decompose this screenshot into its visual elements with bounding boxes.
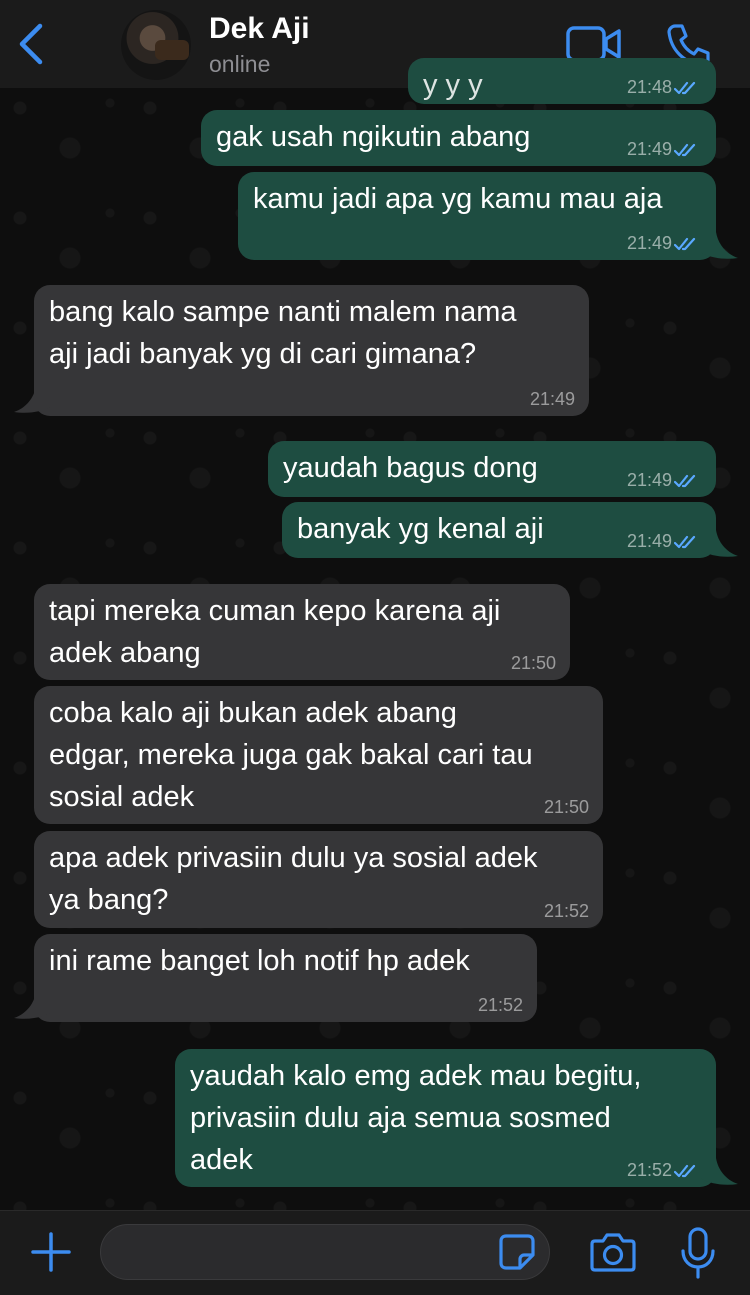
message-bubble-outgoing[interactable]: gak usah ngikutin abang 21:49	[201, 110, 716, 166]
contact-name[interactable]: Dek Aji	[209, 12, 310, 46]
message-time: 21:52	[626, 1160, 672, 1180]
message-bubble-outgoing[interactable]: yaudah bagus dong 21:49	[268, 441, 716, 497]
read-ticks-icon	[674, 474, 696, 488]
microphone-button[interactable]	[680, 1227, 716, 1279]
message-text: apa adek privasiin dulu ya sosial adek y…	[49, 842, 538, 916]
back-button[interactable]	[14, 22, 48, 66]
message-time: 21:49	[626, 139, 672, 159]
message-time: 21:52	[477, 995, 523, 1015]
read-ticks-icon	[674, 1164, 696, 1178]
message-text: ini rame banget loh notif hp adek	[49, 945, 470, 977]
message-bubble-incoming[interactable]: apa adek privasiin dulu ya sosial adek y…	[34, 831, 603, 928]
camera-button[interactable]	[590, 1231, 636, 1273]
message-time: 21:49	[626, 233, 672, 253]
message-time: 21:50	[510, 653, 556, 673]
bubble-tail	[14, 992, 52, 1019]
message-time: 21:52	[543, 901, 589, 921]
message-input-container[interactable]	[100, 1224, 550, 1280]
bubble-tail	[700, 1158, 738, 1185]
message-input[interactable]	[119, 1233, 493, 1273]
message-text: kamu jadi apa yg kamu mau aja	[253, 183, 663, 215]
plus-icon	[31, 1232, 71, 1272]
bubble-tail	[14, 386, 52, 413]
read-ticks-icon	[674, 535, 696, 549]
message-composer	[0, 1210, 750, 1295]
avatar[interactable]	[121, 10, 191, 80]
attach-button[interactable]	[30, 1231, 72, 1273]
message-bubble-outgoing[interactable]: kamu jadi apa yg kamu mau aja 21:49	[238, 172, 716, 260]
message-text: coba kalo aji bukan adek abang edgar, me…	[49, 697, 533, 813]
message-bubble-incoming[interactable]: bang kalo sampe nanti malem nama aji jad…	[34, 285, 589, 416]
message-time: 21:49	[529, 389, 575, 409]
read-ticks-icon	[674, 81, 696, 95]
sticker-button[interactable]	[498, 1233, 536, 1271]
message-text: yaudah kalo emg adek mau begitu, privasi…	[190, 1060, 642, 1176]
message-bubble-incoming[interactable]: tapi mereka cuman kepo karena aji adek a…	[34, 584, 570, 680]
bubble-tail	[700, 530, 738, 557]
message-bubble-outgoing[interactable]: y y y 21:48	[408, 58, 716, 104]
message-bubble-incoming[interactable]: ini rame banget loh notif hp adek 21:52	[34, 934, 537, 1022]
microphone-icon	[681, 1227, 715, 1279]
read-ticks-icon	[674, 237, 696, 251]
message-text: tapi mereka cuman kepo karena aji adek a…	[49, 595, 501, 669]
message-bubble-outgoing[interactable]: yaudah kalo emg adek mau begitu, privasi…	[175, 1049, 716, 1187]
chevron-left-icon	[19, 23, 43, 65]
camera-icon	[590, 1233, 636, 1272]
bubble-tail	[700, 232, 738, 259]
message-text: bang kalo sampe nanti malem nama aji jad…	[49, 296, 517, 370]
message-bubble-outgoing[interactable]: banyak yg kenal aji 21:49	[282, 502, 716, 558]
contact-status: online	[209, 51, 271, 77]
read-ticks-icon	[674, 143, 696, 157]
message-time: 21:49	[626, 470, 672, 490]
message-bubble-incoming[interactable]: coba kalo aji bukan adek abang edgar, me…	[34, 686, 603, 824]
message-time: 21:48	[626, 77, 672, 97]
message-time: 21:49	[626, 531, 672, 551]
sticker-icon	[499, 1234, 535, 1270]
message-time: 21:50	[543, 797, 589, 817]
